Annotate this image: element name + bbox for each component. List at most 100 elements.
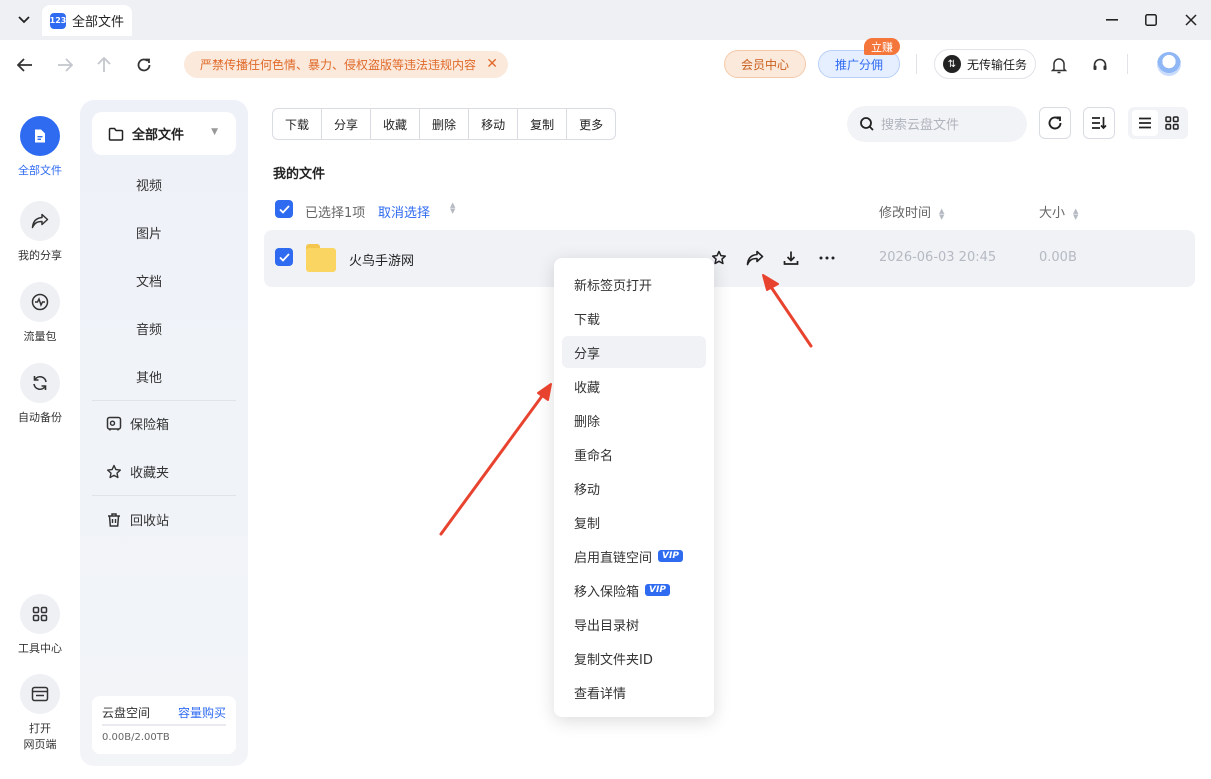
menu-item-label: 查看详情	[574, 686, 627, 702]
menu-item-copy-folder-id[interactable]: 复制文件夹ID	[562, 642, 706, 674]
copy-button[interactable]: 复制	[518, 109, 568, 139]
list-header: 已选择1项 取消选择 ▲ ▼ 修改时间 ▲ ▼ 大小 ▲ ▼	[264, 196, 1194, 224]
star-icon	[107, 464, 121, 478]
transfer-icon: ⇅	[942, 55, 961, 73]
sidebar-item-vault[interactable]: 保险箱	[106, 414, 169, 433]
download-icon[interactable]	[780, 247, 802, 269]
storage-card: 云盘空间 容量购买 0.00B/2.00TB	[92, 696, 236, 754]
rail-item-all-files[interactable]: 全部文件	[0, 116, 80, 178]
sidebar-item-favorites[interactable]: 收藏夹	[106, 462, 169, 481]
forward-arrow-icon[interactable]	[53, 53, 77, 77]
file-name[interactable]: 火鸟手游网	[349, 250, 414, 269]
headset-icon[interactable]	[1088, 53, 1112, 77]
caret-down-icon[interactable]: ▼	[211, 127, 218, 137]
menu-item-delete[interactable]: 删除	[562, 404, 706, 436]
sidebar-head-label: 全部文件	[132, 128, 185, 143]
browser-icon	[20, 674, 60, 714]
view-toggle	[1128, 107, 1188, 139]
rail-label: 网页端	[23, 738, 57, 751]
rail-label: 全部文件	[18, 164, 62, 177]
divider	[916, 54, 917, 74]
rail-item-open-web[interactable]: 打开 网页端	[0, 674, 80, 752]
transfer-label: 无传输任务	[966, 57, 1027, 72]
menu-item-label: 下载	[574, 312, 601, 328]
rail-label: 打开	[29, 722, 51, 735]
cancel-selection-link[interactable]: 取消选择	[378, 202, 430, 221]
sidebar-item-docs[interactable]: 文档	[136, 271, 162, 290]
sidebar-item-audio[interactable]: 音频	[136, 319, 162, 338]
refresh-icon[interactable]	[132, 53, 156, 77]
select-all-checkbox[interactable]	[275, 200, 293, 218]
trash-icon	[108, 512, 120, 527]
sort-arrows-icon[interactable]: ▲ ▼	[939, 207, 944, 220]
rail-item-auto-backup[interactable]: 自动备份	[0, 363, 80, 425]
rail-item-my-shares[interactable]: 我的分享	[0, 201, 80, 263]
minimize-icon[interactable]	[1102, 10, 1122, 30]
sidebar-item-images[interactable]: 图片	[136, 223, 162, 242]
sidebar-item-video[interactable]: 视频	[136, 175, 162, 194]
divider	[92, 495, 236, 496]
column-header-size[interactable]: 大小 ▲ ▼	[1039, 202, 1078, 221]
sort-arrows-icon[interactable]: ▲ ▼	[1073, 207, 1078, 220]
sort-button[interactable]	[1083, 107, 1115, 139]
menu-item-favorite[interactable]: 收藏	[562, 370, 706, 402]
rail-item-tool-center[interactable]: 工具中心	[0, 594, 80, 656]
close-icon[interactable]	[1181, 10, 1201, 30]
share-icon	[20, 201, 60, 241]
download-button[interactable]: 下载	[273, 109, 323, 139]
more-dots-icon[interactable]	[816, 247, 838, 269]
chevron-down-icon[interactable]	[14, 10, 34, 30]
selection-count: 已选择1项	[305, 206, 366, 221]
move-button[interactable]: 移动	[469, 109, 519, 139]
share-button[interactable]: 分享	[322, 109, 372, 139]
more-button[interactable]: 更多	[567, 109, 615, 139]
buy-storage-link[interactable]: 容量购买	[178, 704, 226, 721]
sidebar-item-recycle[interactable]: 回收站	[106, 510, 169, 529]
bell-icon[interactable]	[1047, 53, 1071, 77]
breadcrumb[interactable]: 我的文件	[273, 163, 325, 182]
title-bar: 123 全部文件	[0, 0, 1211, 40]
close-icon[interactable]: ✕	[486, 56, 498, 72]
vip-center-button[interactable]: 会员中心	[724, 50, 806, 78]
menu-item-share[interactable]: 分享	[562, 336, 706, 368]
up-arrow-icon[interactable]	[92, 53, 116, 77]
menu-item-label: 重命名	[574, 448, 614, 464]
menu-item-copy[interactable]: 复制	[562, 506, 706, 538]
annotation-arrow-share-menu	[439, 383, 552, 536]
sort-arrows-icon[interactable]: ▲ ▼	[450, 202, 455, 215]
menu-item-label: 删除	[574, 414, 601, 430]
search-input[interactable]	[881, 116, 1021, 132]
divider	[1127, 54, 1128, 74]
delete-button[interactable]: 删除	[420, 109, 470, 139]
menu-item-open-new-tab[interactable]: 新标签页打开	[562, 268, 706, 300]
list-view-icon[interactable]	[1131, 110, 1158, 136]
menu-item-download[interactable]: 下载	[562, 302, 706, 334]
menu-item-move-to-vault[interactable]: 移入保险箱 VIP	[562, 574, 706, 606]
menu-item-enable-direct-link[interactable]: 启用直链空间 VIP	[562, 540, 706, 572]
favorite-button[interactable]: 收藏	[371, 109, 421, 139]
file-mtime: 2026-06-03 20:45	[879, 250, 997, 265]
rail-item-traffic[interactable]: 流量包	[0, 282, 80, 344]
menu-item-label: 启用直链空间	[574, 550, 653, 566]
menu-item-export-tree[interactable]: 导出目录树	[562, 608, 706, 640]
grid-icon	[20, 594, 60, 634]
search-box	[847, 106, 1027, 142]
avatar[interactable]	[1157, 52, 1181, 76]
menu-item-rename[interactable]: 重命名	[562, 438, 706, 470]
rail-label: 工具中心	[18, 642, 62, 655]
table-row[interactable]: 火鸟手游网 2026-06-03 20:45 0.00B	[264, 230, 1195, 287]
folder-icon	[306, 244, 336, 272]
tab-all-files[interactable]: 123 全部文件	[42, 5, 132, 36]
sidebar-item-all-files[interactable]: 全部文件 ▼	[92, 112, 236, 155]
menu-item-move[interactable]: 移动	[562, 472, 706, 504]
column-header-mtime[interactable]: 修改时间 ▲ ▼	[879, 202, 944, 221]
row-checkbox[interactable]	[275, 248, 293, 266]
share-icon[interactable]	[744, 247, 766, 269]
menu-item-details[interactable]: 查看详情	[562, 676, 706, 708]
maximize-icon[interactable]	[1141, 10, 1161, 30]
sidebar-item-other[interactable]: 其他	[136, 367, 162, 386]
grid-view-icon[interactable]	[1159, 110, 1185, 136]
transfer-tasks-button[interactable]: ⇅ 无传输任务	[934, 49, 1036, 79]
back-arrow-icon[interactable]	[13, 53, 37, 77]
refresh-button[interactable]	[1039, 107, 1071, 139]
